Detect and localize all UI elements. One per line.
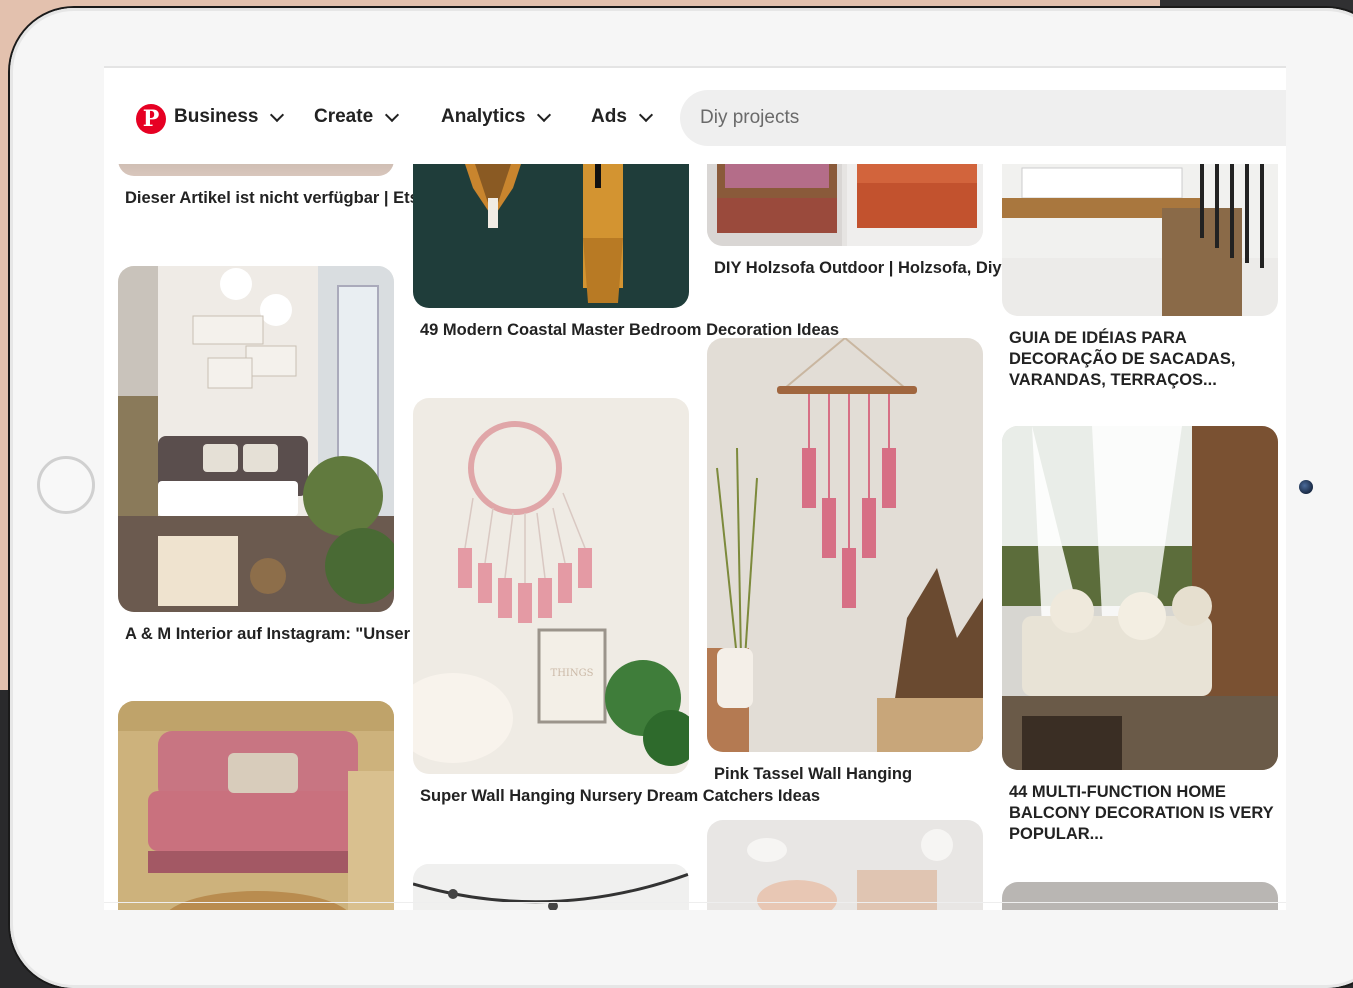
pin-card[interactable] [1002, 882, 1278, 910]
home-button[interactable] [37, 456, 95, 514]
pin-title[interactable]: Pink Tassel Wall Hanging [714, 764, 976, 785]
screen: Dieser Artikel ist nicht verfügbar | Ets… [104, 66, 1286, 910]
chevron-down-icon [537, 107, 552, 122]
nav-business-menu[interactable]: Business [174, 106, 285, 128]
sign-text: THINGS [551, 668, 594, 679]
pin-title[interactable]: 44 MULTI-FUNCTION HOME BALCONY DECORATIO… [1009, 782, 1279, 845]
search-input[interactable] [680, 90, 1286, 146]
pin-card[interactable]: Pink Tassel Wall Hanging [707, 338, 983, 785]
pin-image[interactable] [707, 820, 983, 910]
nav-ads-menu[interactable]: Ads [591, 106, 653, 128]
nav-create-menu[interactable]: Create [314, 106, 400, 128]
chevron-down-icon [385, 107, 400, 122]
pin-title[interactable]: Dieser Artikel ist nicht verfügbar | Ets… [125, 188, 428, 209]
nav-create-label: Create [314, 106, 374, 127]
chevron-down-icon [270, 107, 285, 122]
pin-title[interactable]: Super Wall Hanging Nursery Dream Catcher… [420, 786, 820, 807]
pinterest-logo-icon[interactable]: P [136, 104, 166, 134]
pin-card[interactable] [707, 820, 983, 910]
pin-image[interactable] [118, 266, 394, 612]
nav-analytics-menu[interactable]: Analytics [441, 106, 552, 128]
pin-image[interactable]: THINGS [413, 398, 689, 774]
pin-card[interactable]: GUIA DE IDÉIAS PARA DECORAÇÃO DE SACADAS… [1002, 128, 1286, 391]
top-nav: P Business Create Analytics Ads [104, 68, 1286, 164]
pin-image[interactable] [707, 338, 983, 752]
pin-image[interactable] [1002, 882, 1278, 910]
nav-analytics-label: Analytics [441, 106, 526, 127]
pin-card[interactable]: 44 MULTI-FUNCTION HOME BALCONY DECORATIO… [1002, 426, 1286, 845]
pin-card[interactable] [118, 701, 394, 910]
pin-image[interactable] [413, 864, 689, 910]
pin-title[interactable]: GUIA DE IDÉIAS PARA DECORAÇÃO DE SACADAS… [1009, 328, 1279, 391]
nav-business-label: Business [174, 106, 259, 127]
divider [104, 902, 1286, 903]
pin-image[interactable] [118, 701, 394, 910]
pin-image[interactable] [1002, 426, 1278, 770]
pin-card[interactable] [413, 864, 689, 910]
nav-ads-label: Ads [591, 106, 627, 127]
chevron-down-icon [638, 107, 653, 122]
camera-icon [1299, 480, 1313, 494]
